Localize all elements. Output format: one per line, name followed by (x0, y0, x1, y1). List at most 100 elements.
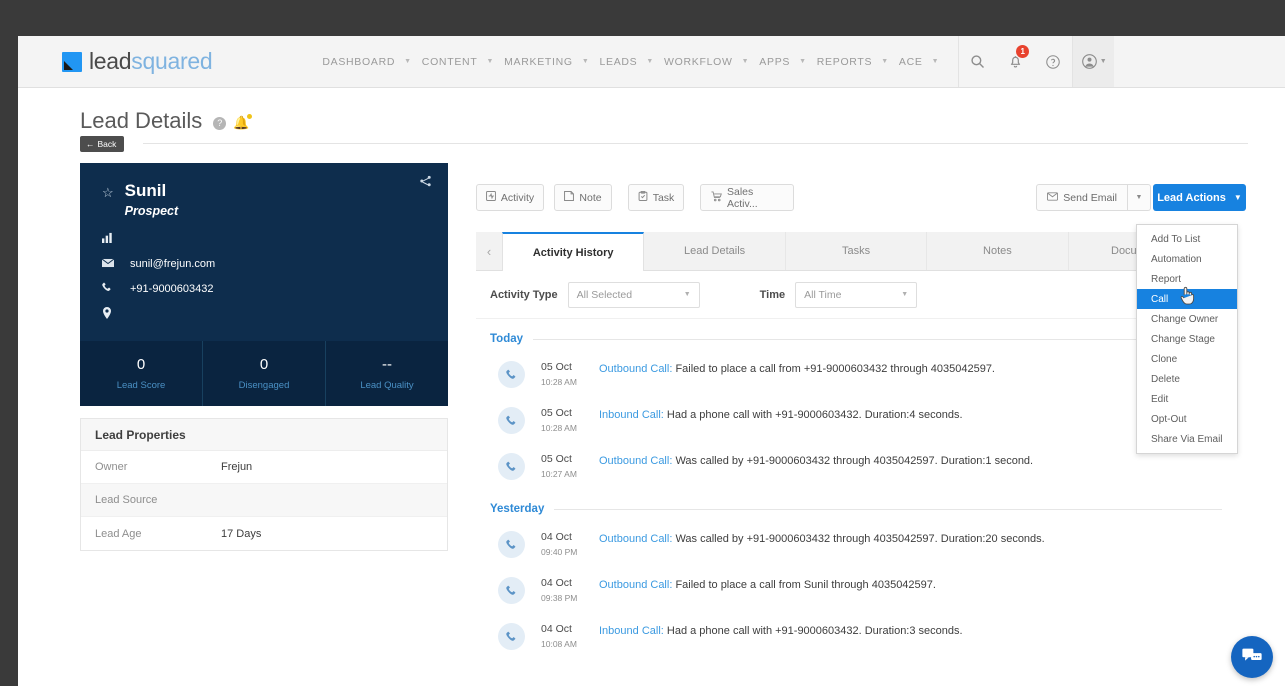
send-email-dropdown-toggle[interactable]: ▼ (1128, 184, 1151, 211)
activity-type-link[interactable]: Outbound Call: (599, 579, 672, 591)
nav-item-dashboard[interactable]: DASHBOARD ▼ (317, 56, 416, 68)
menu-item-report[interactable]: Report (1137, 269, 1237, 289)
activity-detail-text: Had a phone call with +91-9000603432. Du… (663, 409, 963, 421)
time-value: All Time (804, 288, 842, 301)
chevron-down-icon: ▼ (646, 58, 655, 65)
tab-activity-history[interactable]: Activity History (502, 232, 645, 271)
user-account-icon[interactable]: ▼ (1072, 36, 1115, 87)
share-icon[interactable] (419, 175, 432, 191)
menu-item-edit[interactable]: Edit (1137, 389, 1237, 409)
nav-item-workflow[interactable]: WORKFLOW ▼ (659, 56, 754, 68)
detail-tabs: ‹ Activity History Lead Details Tasks No… (476, 232, 1236, 271)
lead-field-value[interactable]: sunil@frejun.com (130, 258, 215, 270)
menu-item-change-owner[interactable]: Change Owner (1137, 309, 1237, 329)
help-circle-icon[interactable]: ? (213, 116, 227, 130)
back-button[interactable]: ← Back (80, 136, 125, 152)
chat-widget-button[interactable] (1231, 636, 1273, 678)
menu-item-call[interactable]: Call (1137, 289, 1237, 309)
lead-field-value[interactable]: +91-9000603432 (130, 283, 214, 295)
nav-item-marketing[interactable]: MARKETING ▼ (499, 56, 594, 68)
nav-item-reports[interactable]: REPORTS ▼ (812, 56, 894, 68)
phone-call-icon (498, 577, 525, 604)
activity-row[interactable]: 04 Oct 09:38 PM Outbound Call: Failed to… (476, 567, 1236, 613)
activity-type-link[interactable]: Inbound Call: (599, 625, 664, 637)
sales-activity-button[interactable]: Sales Activ... (700, 184, 794, 211)
nav-item-leads[interactable]: LEADS ▼ (594, 56, 659, 68)
activity-row[interactable]: 05 Oct 10:28 AM Outbound Call: Failed to… (476, 351, 1236, 397)
activity-detail-text: Failed to place a call from Sunil throug… (672, 579, 936, 591)
nav-label: DASHBOARD (322, 55, 396, 68)
activity-date: 05 Oct (541, 407, 572, 419)
time-select[interactable]: All Time ▼ (795, 281, 918, 308)
page-header: Lead Details ? 🔔 (80, 108, 252, 134)
task-button[interactable]: Task (628, 184, 684, 211)
activity-row[interactable]: 05 Oct 10:27 AM Outbound Call: Was calle… (476, 443, 1236, 489)
property-row-lead-age: Lead Age 17 Days (81, 517, 447, 550)
task-icon (638, 190, 648, 204)
stat-disengaged: 0 Disengaged (203, 341, 326, 406)
chevron-down-icon: ▼ (486, 58, 495, 65)
activity-row[interactable]: 04 Oct 09:40 PM Outbound Call: Was calle… (476, 521, 1236, 567)
phone-call-icon (498, 407, 525, 434)
tabs-scroll-left-icon[interactable]: ‹ (476, 232, 502, 270)
chevron-down-icon: ▼ (581, 58, 590, 65)
leadsquared-logo[interactable]: leadsquared (62, 48, 213, 75)
activity-time: 10:27 AM (541, 469, 577, 479)
note-button[interactable]: Note (554, 184, 612, 211)
menu-item-opt-out[interactable]: Opt-Out (1137, 409, 1237, 429)
activity-type-link[interactable]: Outbound Call: (599, 455, 672, 467)
menu-item-share-via-email[interactable]: Share Via Email (1137, 429, 1237, 449)
activity-type-link[interactable]: Outbound Call: (599, 533, 672, 545)
activity-time: 10:08 AM (541, 639, 577, 649)
chevron-down-icon: ▼ (1099, 58, 1107, 65)
chart-bar-icon (102, 232, 130, 246)
logo-mark-icon (62, 51, 82, 72)
back-label: Back (97, 139, 117, 149)
nav-item-ace[interactable]: ACE ▼ (894, 56, 944, 68)
notification-bell-icon[interactable]: 1 (996, 36, 1034, 87)
activity-type-link[interactable]: Outbound Call: (599, 363, 672, 375)
lead-field-email: sunil@frejun.com (101, 252, 426, 277)
menu-item-clone[interactable]: Clone (1137, 349, 1237, 369)
lead-contact-fields: sunil@frejun.com +91-9000603432 (101, 227, 426, 327)
activity-filter-bar: Activity Type All Selected ▼ Time All Ti… (476, 271, 1236, 319)
send-email-label: Send Email (1063, 191, 1117, 204)
tab-notes[interactable]: Notes (927, 232, 1069, 270)
tab-lead-details[interactable]: Lead Details (644, 232, 786, 270)
activity-date: 04 Oct (541, 623, 572, 635)
help-circle-icon[interactable] (1034, 36, 1072, 87)
menu-item-automation[interactable]: Automation (1137, 249, 1237, 269)
stat-label: Lead Score (116, 380, 166, 391)
nav-item-content[interactable]: CONTENT ▼ (417, 56, 499, 68)
group-divider (554, 508, 1222, 510)
activity-button[interactable]: Activity (476, 184, 544, 211)
time-label: Time (759, 288, 786, 301)
star-favorite-icon[interactable]: ☆ (102, 185, 114, 201)
property-value: 17 Days (221, 527, 262, 540)
nav-item-apps[interactable]: APPS ▼ (754, 56, 811, 68)
send-email-button[interactable]: Send Email (1036, 184, 1128, 211)
notification-bell-icon[interactable]: 🔔 (233, 113, 252, 131)
nav-label: APPS (759, 55, 791, 68)
activity-type-select[interactable]: All Selected ▼ (567, 281, 700, 308)
tab-tasks[interactable]: Tasks (786, 232, 928, 270)
note-label: Note (579, 191, 602, 204)
note-icon (564, 191, 575, 204)
activity-row[interactable]: 04 Oct 10:08 AM Inbound Call: Had a phon… (476, 613, 1236, 659)
activity-history-list[interactable]: Today 05 Oct 10:28 AM Outbound Call: Fai… (476, 319, 1236, 686)
search-icon[interactable] (958, 36, 996, 87)
activity-date-block: 05 Oct 10:27 AM (541, 452, 599, 479)
menu-item-change-stage[interactable]: Change Stage (1137, 329, 1237, 349)
stat-value: 0 (136, 356, 146, 373)
activity-type-link[interactable]: Inbound Call: (599, 409, 664, 421)
menu-item-add-to-list[interactable]: Add To List (1137, 229, 1237, 249)
lead-actions-label: Lead Actions (1157, 191, 1226, 204)
title-divider (143, 143, 1248, 144)
activity-date-block: 05 Oct 10:28 AM (541, 360, 599, 387)
nav-label: ACE (898, 55, 923, 68)
menu-item-delete[interactable]: Delete (1137, 369, 1237, 389)
chevron-down-icon: ▼ (881, 58, 889, 65)
activity-row[interactable]: 05 Oct 10:28 AM Inbound Call: Had a phon… (476, 397, 1236, 443)
lead-actions-button[interactable]: Lead Actions ▼ (1153, 184, 1246, 211)
nav-label: LEADS (599, 55, 638, 68)
